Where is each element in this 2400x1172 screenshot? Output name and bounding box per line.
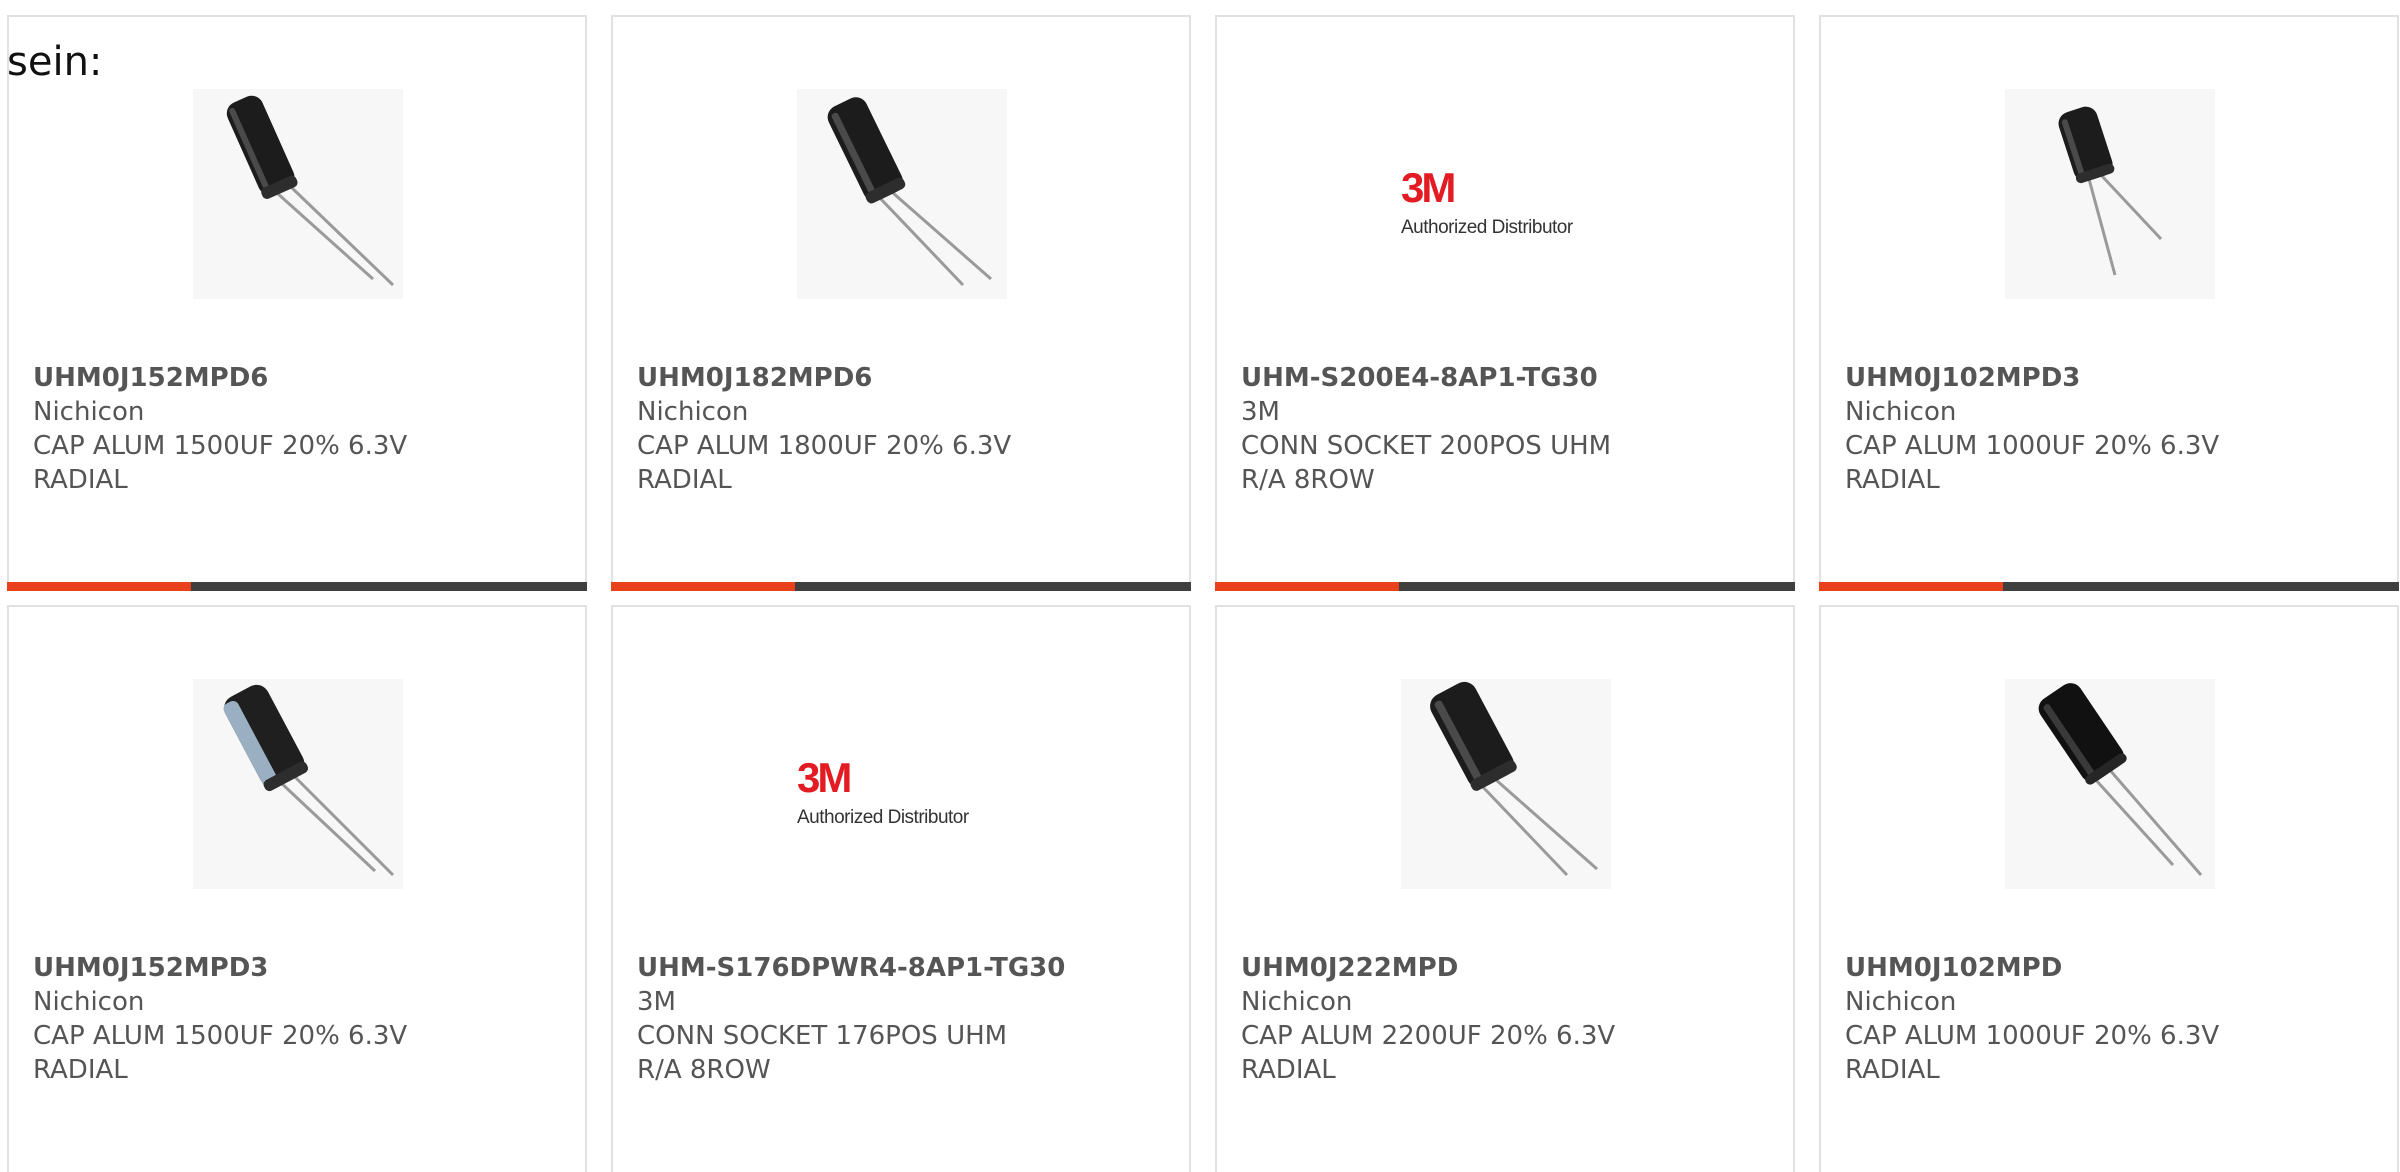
product-card[interactable]: UHM0J102MPD3 Nichicon CAP ALUM 1000UF 20… bbox=[1819, 15, 2399, 591]
description: CAP ALUM 1800UF 20% 6.3V RADIAL bbox=[637, 431, 1012, 495]
part-number-link[interactable]: UHM-S200E4-8AP1-TG30 bbox=[1241, 361, 1769, 395]
3m-logo: 3M Authorized Distributor bbox=[1401, 89, 1611, 299]
description: CAP ALUM 1000UF 20% 6.3V RADIAL bbox=[1845, 431, 2220, 495]
product-card[interactable]: UHM0J102MPD Nichicon CAP ALUM 1000UF 20%… bbox=[1819, 605, 2399, 1172]
capacitor-image bbox=[797, 89, 1007, 299]
product-card[interactable]: 3M Authorized Distributor UHM-S200E4-8AP… bbox=[1215, 15, 1795, 591]
card-footer-bar bbox=[7, 582, 587, 591]
product-info: UHM0J182MPD6 Nichicon CAP ALUM 1800UF 20… bbox=[637, 361, 1165, 497]
part-number-link[interactable]: UHM0J152MPD6 bbox=[33, 361, 561, 395]
product-card[interactable]: 3M Authorized Distributor UHM-S176DPWR4-… bbox=[611, 605, 1191, 1172]
product-card[interactable]: UHM0J152MPD3 Nichicon CAP ALUM 1500UF 20… bbox=[7, 605, 587, 1172]
card-footer-accent bbox=[611, 582, 795, 591]
manufacturer: Nichicon bbox=[1845, 987, 1957, 1017]
product-info: UHM0J102MPD3 Nichicon CAP ALUM 1000UF 20… bbox=[1845, 361, 2373, 497]
3m-logo-mark: 3M bbox=[797, 754, 852, 801]
3m-logo-mark: 3M bbox=[1401, 164, 1456, 211]
3m-logo-tagline: Authorized Distributor bbox=[797, 807, 969, 828]
description: CAP ALUM 1500UF 20% 6.3V RADIAL bbox=[33, 431, 408, 495]
capacitor-image bbox=[2005, 679, 2215, 889]
card-footer-accent bbox=[7, 582, 191, 591]
capacitor-image bbox=[193, 679, 403, 889]
product-info: UHM-S176DPWR4-8AP1-TG30 3M CONN SOCKET 1… bbox=[637, 951, 1165, 1087]
product-info: UHM-S200E4-8AP1-TG30 3M CONN SOCKET 200P… bbox=[1241, 361, 1769, 497]
product-info: UHM0J222MPD Nichicon CAP ALUM 2200UF 20%… bbox=[1241, 951, 1769, 1087]
card-footer-accent bbox=[1819, 582, 2003, 591]
product-info: UHM0J152MPD6 Nichicon CAP ALUM 1500UF 20… bbox=[33, 361, 561, 497]
part-number-link[interactable]: UHM0J102MPD bbox=[1845, 951, 2373, 985]
intro-text: sein: bbox=[7, 39, 103, 85]
3m-logo: 3M Authorized Distributor bbox=[797, 679, 1007, 889]
description: CAP ALUM 1500UF 20% 6.3V RADIAL bbox=[33, 1021, 408, 1085]
3m-logo-image: 3M Authorized Distributor bbox=[797, 679, 1007, 889]
product-card[interactable]: UHM0J222MPD Nichicon CAP ALUM 2200UF 20%… bbox=[1215, 605, 1795, 1172]
part-number-link[interactable]: UHM-S176DPWR4-8AP1-TG30 bbox=[637, 951, 1165, 985]
description: CONN SOCKET 200POS UHM R/A 8ROW bbox=[1241, 431, 1612, 495]
manufacturer: Nichicon bbox=[1241, 987, 1353, 1017]
part-number-link[interactable]: UHM0J222MPD bbox=[1241, 951, 1769, 985]
product-info: UHM0J152MPD3 Nichicon CAP ALUM 1500UF 20… bbox=[33, 951, 561, 1087]
part-number-link[interactable]: UHM0J102MPD3 bbox=[1845, 361, 2373, 395]
description: CAP ALUM 2200UF 20% 6.3V RADIAL bbox=[1241, 1021, 1616, 1085]
manufacturer: Nichicon bbox=[33, 397, 145, 427]
capacitor-image bbox=[1401, 679, 1611, 889]
3m-logo-image: 3M Authorized Distributor bbox=[1401, 89, 1611, 299]
card-footer-bar bbox=[611, 582, 1191, 591]
product-card[interactable]: UHM0J182MPD6 Nichicon CAP ALUM 1800UF 20… bbox=[611, 15, 1191, 591]
product-grid: UHM0J152MPD6 Nichicon CAP ALUM 1500UF 20… bbox=[0, 0, 2400, 1172]
3m-logo-tagline: Authorized Distributor bbox=[1401, 217, 1573, 238]
product-card[interactable]: UHM0J152MPD6 Nichicon CAP ALUM 1500UF 20… bbox=[7, 15, 587, 591]
card-footer-accent bbox=[1215, 582, 1399, 591]
capacitor-image bbox=[193, 89, 403, 299]
description: CONN SOCKET 176POS UHM R/A 8ROW bbox=[637, 1021, 1008, 1085]
manufacturer: Nichicon bbox=[33, 987, 145, 1017]
manufacturer: 3M bbox=[1241, 397, 1280, 427]
part-number-link[interactable]: UHM0J152MPD3 bbox=[33, 951, 561, 985]
manufacturer: 3M bbox=[637, 987, 676, 1017]
manufacturer: Nichicon bbox=[637, 397, 749, 427]
description: CAP ALUM 1000UF 20% 6.3V RADIAL bbox=[1845, 1021, 2220, 1085]
manufacturer: Nichicon bbox=[1845, 397, 1957, 427]
capacitor-image bbox=[2005, 89, 2215, 299]
product-info: UHM0J102MPD Nichicon CAP ALUM 1000UF 20%… bbox=[1845, 951, 2373, 1087]
card-footer-bar bbox=[1819, 582, 2399, 591]
part-number-link[interactable]: UHM0J182MPD6 bbox=[637, 361, 1165, 395]
card-footer-bar bbox=[1215, 582, 1795, 591]
